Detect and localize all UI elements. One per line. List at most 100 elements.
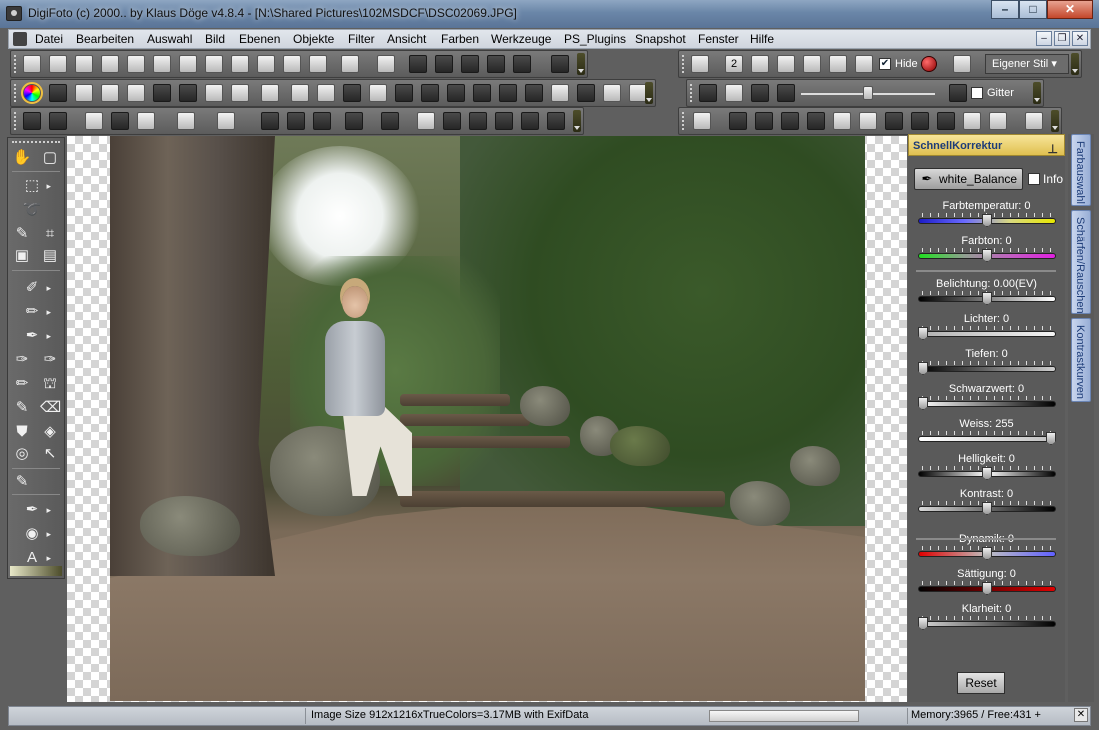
picker-tool-icon[interactable]: ✒: [22, 500, 51, 520]
dropper-tool-icon[interactable]: ✎: [12, 398, 32, 418]
eye-tool-icon[interactable]: ◉: [22, 524, 51, 544]
brush-icon[interactable]: [755, 112, 773, 130]
close-icon[interactable]: ✕: [1047, 0, 1093, 19]
menu-objekte[interactable]: Objekte: [293, 32, 334, 46]
rectangle-select-icon[interactable]: [693, 112, 711, 130]
menu-auswahl[interactable]: Auswahl: [147, 32, 192, 46]
tab-schaerfen-rauschen[interactable]: Schärfen/Rauschen: [1071, 210, 1091, 314]
film-icon[interactable]: [127, 55, 145, 73]
pencil-icon[interactable]: [781, 112, 799, 130]
window-2-icon[interactable]: [777, 55, 795, 73]
zoom-slider-thumb[interactable]: [863, 86, 873, 100]
minimize-icon[interactable]: –: [991, 0, 1019, 19]
perspective-icon[interactable]: [521, 112, 539, 130]
camera-icon[interactable]: [691, 55, 709, 73]
slider-thumb[interactable]: [1046, 432, 1056, 445]
pin-icon[interactable]: ⊥: [1048, 138, 1058, 160]
frame-icon[interactable]: [205, 84, 223, 102]
paste-icon[interactable]: [137, 112, 155, 130]
batch-icon[interactable]: [551, 55, 569, 73]
effect-2-icon[interactable]: [461, 55, 479, 73]
stamp-tool-icon[interactable]: ◈: [40, 422, 60, 442]
toolbar-overflow-icon[interactable]: [1071, 53, 1079, 75]
slider-thumb[interactable]: [982, 582, 992, 595]
lasso-tool-icon[interactable]: ➰: [22, 200, 42, 220]
mdi-restore-icon[interactable]: ❐: [1054, 31, 1070, 46]
duplicate-icon[interactable]: [417, 112, 435, 130]
jpg-icon[interactable]: [469, 112, 487, 130]
undo-icon[interactable]: [23, 112, 41, 130]
crop-icon[interactable]: [443, 112, 461, 130]
slider-track[interactable]: [918, 436, 1056, 442]
menu-bearbeiten[interactable]: Bearbeiten: [76, 32, 134, 46]
menu-farben[interactable]: Farben: [441, 32, 479, 46]
marker-tool-icon[interactable]: ✎: [12, 472, 32, 492]
hand-tool-icon[interactable]: ✋: [12, 148, 32, 168]
eye-5-icon[interactable]: [525, 84, 543, 102]
slider-thumb[interactable]: [982, 502, 992, 515]
toolbar-grip[interactable]: [14, 112, 18, 130]
grid-icon[interactable]: [75, 55, 93, 73]
heal-tool-icon[interactable]: ✑: [40, 350, 60, 370]
info-checkbox[interactable]: [1028, 173, 1040, 185]
text-tool-icon[interactable]: A: [22, 548, 51, 568]
palette-grip[interactable]: [12, 141, 60, 145]
menu-ps-plugins[interactable]: PS_Plugins: [564, 32, 626, 46]
tools-icon[interactable]: [283, 55, 301, 73]
film-strip-icon[interactable]: [859, 112, 877, 130]
toolbar-overflow-icon[interactable]: [1033, 82, 1041, 104]
blank-1-icon[interactable]: [603, 84, 621, 102]
toolbar-overflow-icon[interactable]: [645, 82, 653, 104]
toolbar-overflow-icon[interactable]: [1051, 110, 1059, 132]
menu-werkzeuge[interactable]: Werkzeuge: [491, 32, 551, 46]
window-1-icon[interactable]: [751, 55, 769, 73]
toolbar-overflow-icon[interactable]: [577, 53, 585, 75]
slider-thumb[interactable]: [982, 249, 992, 262]
picture-icon[interactable]: [231, 84, 249, 102]
slider-thumb[interactable]: [918, 617, 928, 630]
save-as-icon[interactable]: [257, 55, 275, 73]
red-eye-tool-icon[interactable]: ◎: [12, 444, 32, 464]
resize-icon[interactable]: [313, 112, 331, 130]
save-selection-icon[interactable]: ▣: [12, 246, 32, 266]
print-icon[interactable]: [341, 55, 359, 73]
smudge-tool-icon[interactable]: ✏: [12, 374, 32, 394]
eraser-tool-icon[interactable]: ⌫: [40, 398, 61, 418]
pointer-tool-icon[interactable]: ↖: [40, 444, 60, 464]
rectangle-tool-icon[interactable]: ▢: [40, 148, 60, 168]
fill-tool-icon[interactable]: ⛫: [40, 374, 60, 394]
slider-track[interactable]: [918, 401, 1056, 407]
copyright-icon[interactable]: [153, 84, 171, 102]
deform-icon[interactable]: [547, 112, 565, 130]
eyedropper-icon[interactable]: [949, 84, 967, 102]
eye-4-icon[interactable]: [499, 84, 517, 102]
crop-tool-icon[interactable]: ⌗: [40, 224, 60, 244]
effect-3-icon[interactable]: [487, 55, 505, 73]
mosaic-icon[interactable]: [101, 84, 119, 102]
pen-tool-icon[interactable]: ✐: [22, 278, 51, 298]
new-page-icon[interactable]: [177, 112, 195, 130]
toolbar-grip[interactable]: [14, 84, 18, 102]
folder-small-icon[interactable]: [989, 112, 1007, 130]
new-image-icon[interactable]: [23, 55, 41, 73]
paint-bucket-icon[interactable]: ⛊: [12, 422, 32, 442]
photo-image[interactable]: [110, 136, 865, 701]
rgb-icon[interactable]: [577, 84, 595, 102]
window-title-bar[interactable]: DigiFoto (c) 2000.. by Klaus Döge v4.8.4…: [0, 0, 1099, 28]
document-icon[interactable]: [13, 32, 27, 46]
slider-thumb[interactable]: [918, 397, 928, 410]
histogram-icon[interactable]: [369, 84, 387, 102]
zoom-select-icon[interactable]: [777, 84, 795, 102]
move-icon[interactable]: [911, 112, 929, 130]
folder-up-icon[interactable]: [205, 55, 223, 73]
menu-snapshot[interactable]: Snapshot: [635, 32, 686, 46]
open-icon[interactable]: [49, 55, 67, 73]
spray-tool-icon[interactable]: ✒: [22, 326, 51, 346]
mask-icon[interactable]: [127, 84, 145, 102]
lasso-icon[interactable]: [885, 112, 903, 130]
toolbar-grip[interactable]: [682, 112, 686, 130]
gradient-fill-icon[interactable]: [963, 112, 981, 130]
bmp-icon[interactable]: [495, 112, 513, 130]
dialog-icon[interactable]: [551, 84, 569, 102]
redo-icon[interactable]: [49, 112, 67, 130]
